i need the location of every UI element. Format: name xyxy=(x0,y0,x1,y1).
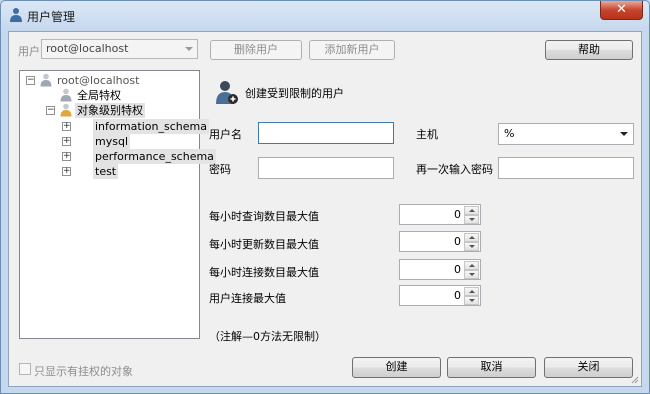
host-select[interactable]: % xyxy=(498,123,634,145)
password-label: 密码 xyxy=(209,163,231,176)
dialog-body: 用户 root@localhost 删除用户 添加新用户 帮助 − root@l… xyxy=(8,31,642,387)
max-queries-stepper[interactable]: 0 xyxy=(399,204,481,225)
form-heading: 创建受到限制的用户 xyxy=(245,87,344,100)
tree-label: mysql xyxy=(93,134,130,149)
max-queries-label: 每小时查询数目最大值 xyxy=(209,210,319,223)
expand-icon[interactable]: + xyxy=(62,152,71,161)
limits-note: （注解—0方法无限制） xyxy=(209,330,326,343)
close-icon: ✕ xyxy=(616,2,627,17)
collapse-icon[interactable]: − xyxy=(46,106,55,115)
resize-grip-icon[interactable] xyxy=(629,374,639,384)
max-connections-label: 每小时连接数目最大值 xyxy=(209,266,319,279)
title-bar[interactable]: 用户管理 ✕ xyxy=(1,1,649,31)
expand-icon[interactable]: + xyxy=(62,122,71,131)
user-management-window: 用户管理 ✕ 用户 root@localhost 删除用户 添加新用户 帮助 −… xyxy=(0,0,650,394)
window-close-button[interactable]: ✕ xyxy=(600,1,643,20)
show-privileged-only-checkbox[interactable] xyxy=(19,363,31,375)
show-privileged-only-label: 只显示有挂权的对象 xyxy=(34,365,133,378)
add-user-icon xyxy=(216,81,238,104)
tree-label: 对象级别特权 xyxy=(75,103,145,118)
user-select-label: 用户 xyxy=(18,45,40,58)
spin-down-icon[interactable] xyxy=(464,215,479,224)
username-label: 用户名 xyxy=(209,128,242,141)
max-updates-label: 每小时更新数目最大值 xyxy=(209,238,319,251)
max-user-connections-stepper[interactable]: 0 xyxy=(399,285,481,306)
spin-down-icon[interactable] xyxy=(464,270,479,279)
add-user-button[interactable]: 添加新用户 xyxy=(309,40,395,60)
spin-up-icon[interactable] xyxy=(464,233,479,242)
max-updates-stepper[interactable]: 0 xyxy=(399,231,481,252)
max-user-connections-label: 用户连接最大值 xyxy=(209,292,286,305)
tree-label: information_schema xyxy=(93,119,209,134)
user-icon xyxy=(60,103,72,117)
max-connections-stepper[interactable]: 0 xyxy=(399,259,481,280)
create-button[interactable]: 创建 xyxy=(352,357,441,378)
expand-icon[interactable]: + xyxy=(62,137,71,146)
max-connections-value: 0 xyxy=(454,263,461,276)
tree-label: 全局特权 xyxy=(77,89,121,102)
tree-label: performance_schema xyxy=(93,149,216,164)
privilege-tree[interactable]: − root@localhost 全局特权 − 对象级别特权 + informa… xyxy=(19,70,216,339)
chevron-down-icon xyxy=(620,132,628,136)
spin-up-icon[interactable] xyxy=(464,287,479,296)
password-input[interactable] xyxy=(258,157,394,179)
spin-up-icon[interactable] xyxy=(464,206,479,215)
window-title: 用户管理 xyxy=(27,10,76,24)
tree-label: root@localhost xyxy=(57,74,140,87)
max-user-connections-value: 0 xyxy=(454,289,461,302)
password-confirm-label: 再一次输入密码 xyxy=(416,163,493,176)
spin-up-icon[interactable] xyxy=(464,261,479,270)
host-select-value: % xyxy=(504,127,515,140)
delete-user-button[interactable]: 删除用户 xyxy=(210,40,302,60)
user-icon xyxy=(60,88,72,102)
max-updates-value: 0 xyxy=(454,235,461,248)
close-button[interactable]: 关闭 xyxy=(544,357,633,378)
user-icon xyxy=(10,8,22,22)
expand-icon[interactable]: + xyxy=(62,167,71,176)
user-select[interactable]: root@localhost xyxy=(41,39,198,59)
spin-down-icon[interactable] xyxy=(464,242,479,251)
user-icon xyxy=(40,73,52,87)
spin-down-icon[interactable] xyxy=(464,296,479,305)
help-button[interactable]: 帮助 xyxy=(545,40,633,60)
user-select-value: root@localhost xyxy=(46,42,129,55)
cancel-button[interactable]: 取消 xyxy=(447,357,536,378)
tree-label: test xyxy=(93,164,119,179)
host-label: 主机 xyxy=(416,128,438,141)
username-input[interactable] xyxy=(258,122,394,144)
collapse-icon[interactable]: − xyxy=(26,76,35,85)
max-queries-value: 0 xyxy=(454,208,461,221)
chevron-down-icon xyxy=(185,47,193,51)
password-confirm-input[interactable] xyxy=(498,157,634,179)
